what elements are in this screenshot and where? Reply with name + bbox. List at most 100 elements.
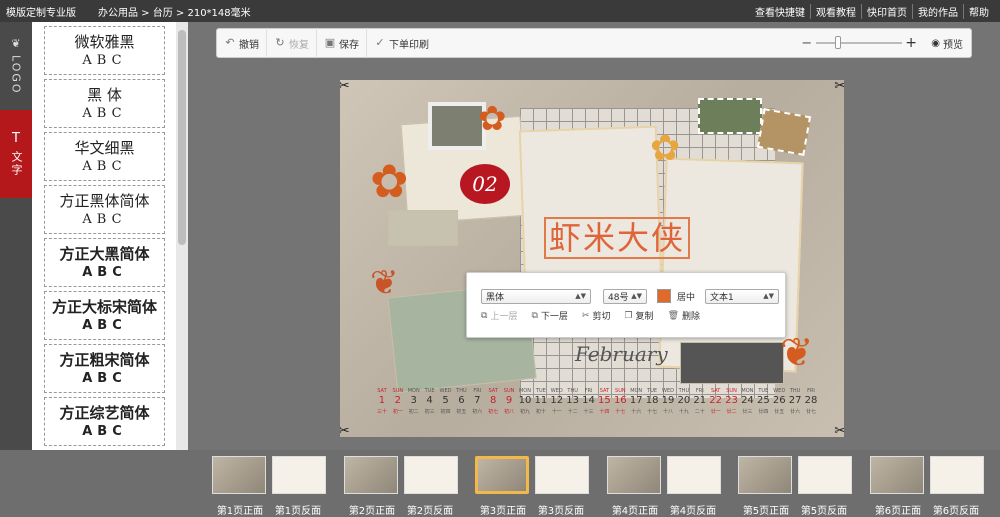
calendar-day: TUE 25 廿四	[755, 388, 771, 415]
size-select[interactable]: 48号 ▲▼	[603, 288, 647, 304]
bring-forward-button[interactable]: ⧉ 上一层	[481, 309, 517, 323]
calendar-day: MON 17 十六	[628, 388, 644, 415]
order-print-button[interactable]: ✓ 下单印刷	[367, 28, 436, 58]
layer-select[interactable]: 文本1 ▲▼	[705, 288, 780, 304]
thumbnail-back[interactable]	[798, 456, 852, 494]
copy-button[interactable]: ❐ 复制	[624, 309, 654, 323]
updown-arrow-icon: ▲▼	[763, 292, 775, 300]
day-number: 28	[804, 395, 818, 406]
cut-label: 剪切	[592, 312, 611, 322]
calendar-day: WED 26 廿五	[771, 388, 787, 415]
thumbnail-front-label: 第2页正面	[348, 506, 396, 517]
font-option-name: 方正大标宋简体	[51, 297, 157, 316]
font-option[interactable]: 方正粗宋简体 ABC	[44, 344, 165, 393]
calendar-page-canvas[interactable]: ✿ ✿ ✿ ❦ ❦ 02 虾米大侠 February SAT 1 三十 SUN 2 初一 M…	[340, 80, 844, 437]
day-number: 4	[426, 395, 433, 406]
breadcrumb: 办公用品 > 台历 > 210*148毫米	[98, 7, 251, 19]
font-scroll-thumb[interactable]	[178, 30, 186, 245]
calendar-day: TUE 18 十七	[644, 388, 660, 415]
shortcuts-link[interactable]: 查看快捷键	[750, 4, 810, 19]
day-number: 11	[534, 395, 548, 406]
updown-arrow-icon: ▲▼	[631, 292, 642, 300]
lunar-date: 初四	[440, 409, 451, 415]
thumbnail-front[interactable]	[870, 456, 924, 494]
color-swatch[interactable]	[657, 289, 671, 303]
calendar-day: THU 20 十九	[676, 388, 692, 415]
zoom-out-icon[interactable]: −	[801, 36, 813, 51]
day-number: 12	[550, 395, 564, 406]
thumbnail-front-label: 第5页正面	[742, 506, 790, 517]
my-works-link[interactable]: 我的作品	[912, 3, 963, 19]
tutorial-link[interactable]: 观看教程	[810, 3, 861, 19]
layer-up-icon: ⧉	[481, 310, 488, 321]
send-backward-button[interactable]: ⧉ 下一层	[531, 309, 568, 323]
font-option[interactable]: 华文细黑 ABC	[44, 132, 165, 181]
maple-leaf-icon: ❦	[370, 263, 399, 303]
day-number: 1	[378, 395, 386, 406]
thumbnail-back[interactable]	[535, 456, 589, 494]
home-link[interactable]: 快印首页	[861, 3, 912, 19]
align-center-label[interactable]: 居中	[677, 290, 695, 303]
font-option[interactable]: 方正综艺简体 ABC	[44, 397, 165, 446]
thumbnail-front[interactable]	[344, 456, 398, 494]
font-option[interactable]: 微软雅黑 ABC	[44, 26, 165, 75]
thumbnail-front-label: 第4页正面	[611, 506, 659, 517]
day-number: 7	[474, 395, 481, 406]
save-button[interactable]: ▣ 保存	[317, 28, 367, 58]
font-select[interactable]: 黑体 ▲▼	[481, 288, 591, 304]
app-title: 模版定制专业版	[6, 7, 76, 19]
tab-text[interactable]: T 文字	[0, 110, 32, 198]
calendar-day: MON 10 初九	[517, 388, 533, 415]
crop-mark-icon: ✂	[834, 423, 844, 437]
calendar-day: SAT 1 三十	[374, 388, 390, 415]
day-number: 25	[756, 395, 770, 406]
lunar-date: 初五	[456, 409, 467, 415]
copy-label: 复制	[635, 312, 654, 322]
undo-icon: ↶	[225, 36, 235, 49]
delete-label: 删除	[682, 312, 701, 322]
font-option[interactable]: 方正大标宋简体 ABC	[44, 291, 165, 340]
lunar-date: 十八	[662, 409, 673, 415]
day-number: 20	[677, 395, 691, 406]
thumbnail-back[interactable]	[930, 456, 984, 494]
zoom-slider[interactable]	[816, 36, 903, 49]
font-option[interactable]: 方正大黑简体 ABC	[44, 238, 165, 287]
day-number: 17	[629, 395, 643, 406]
thumbnail-front[interactable]	[475, 456, 529, 494]
send-backward-label: 下一层	[540, 312, 568, 322]
font-option[interactable]: 方正黑体简体 ABC	[44, 185, 165, 234]
font-option-name: 方正黑体简体	[59, 191, 150, 210]
thumbnail-front[interactable]	[212, 456, 266, 494]
thumbnail-back[interactable]	[667, 456, 721, 494]
zoom-slider-thumb[interactable]	[835, 36, 842, 49]
thumbnail-back[interactable]	[404, 456, 458, 494]
edit-toolbar: ↶ 撤销 ↻ 恢复 ▣ 保存 ✓ 下单印刷 − + ◉ 预览	[216, 28, 972, 58]
undo-button[interactable]: ↶ 撤销	[217, 28, 267, 58]
stamp-50	[756, 108, 812, 156]
thumbnail-back[interactable]	[272, 456, 326, 494]
day-number: 19	[661, 395, 675, 406]
cut-button[interactable]: ✂ 剪切	[582, 309, 611, 323]
calendar-day: MON 24 廿三	[739, 388, 755, 415]
crop-mark-icon: ✂	[834, 80, 844, 94]
thumbnail-front[interactable]	[607, 456, 661, 494]
day-number: 27	[788, 395, 802, 406]
thumbnail-front-label: 第3页正面	[479, 506, 527, 517]
preview-button[interactable]: ◉ 预览	[931, 36, 963, 51]
layer-down-icon: ⧉	[531, 310, 538, 321]
save-label: 保存	[339, 39, 359, 51]
redo-icon: ↻	[275, 36, 285, 49]
redo-button[interactable]: ↻ 恢复	[267, 28, 317, 58]
tab-logo[interactable]: ❦ LOGO	[0, 22, 32, 110]
top-bar: 模版定制专业版 办公用品 > 台历 > 210*148毫米 查看快捷键 观看教程…	[0, 0, 1000, 22]
font-option[interactable]: 黑 体 ABC	[44, 79, 165, 128]
thumbnail-front[interactable]	[738, 456, 792, 494]
delete-button[interactable]: 🗑 删除	[668, 309, 701, 323]
lunar-date: 初七	[488, 409, 499, 415]
calendar-day: MON 3 初二	[406, 388, 422, 415]
day-number: 9	[505, 395, 513, 406]
help-link[interactable]: 帮助	[963, 3, 994, 19]
selected-text-element[interactable]: 虾米大侠	[544, 217, 691, 259]
font-option-sample: ABC	[82, 105, 127, 121]
zoom-in-icon[interactable]: +	[905, 35, 917, 51]
